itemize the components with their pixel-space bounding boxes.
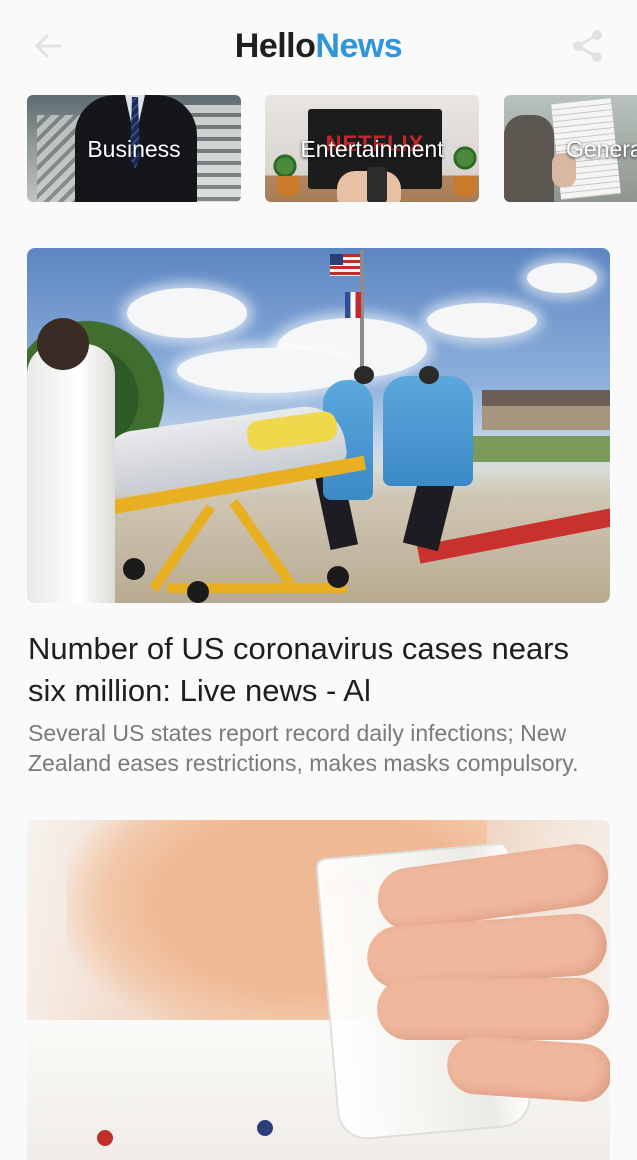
category-carousel[interactable]: Business NETFLIX Entertainment General <box>0 95 637 203</box>
article-description: Several US states report record daily in… <box>28 720 579 776</box>
category-card-general[interactable]: General <box>504 95 637 202</box>
share-button[interactable] <box>568 28 608 64</box>
category-label-business: Business <box>87 136 181 162</box>
app-title-news: News <box>315 27 403 65</box>
app-title-hello: Hello <box>234 27 316 65</box>
article-image-2[interactable] <box>27 820 610 1160</box>
app-header: HelloNews <box>0 0 637 92</box>
article-image[interactable] <box>27 248 610 603</box>
category-card-entertainment[interactable]: NETFLIX Entertainment <box>265 95 479 202</box>
share-icon <box>573 30 602 62</box>
category-label-general: General <box>566 136 637 162</box>
article-title[interactable]: Number of US coronavirus cases nears six… <box>28 628 613 712</box>
app-title: HelloNews <box>0 24 637 68</box>
category-label-entertainment: Entertainment <box>300 136 444 162</box>
category-card-business[interactable]: Business <box>27 95 241 202</box>
